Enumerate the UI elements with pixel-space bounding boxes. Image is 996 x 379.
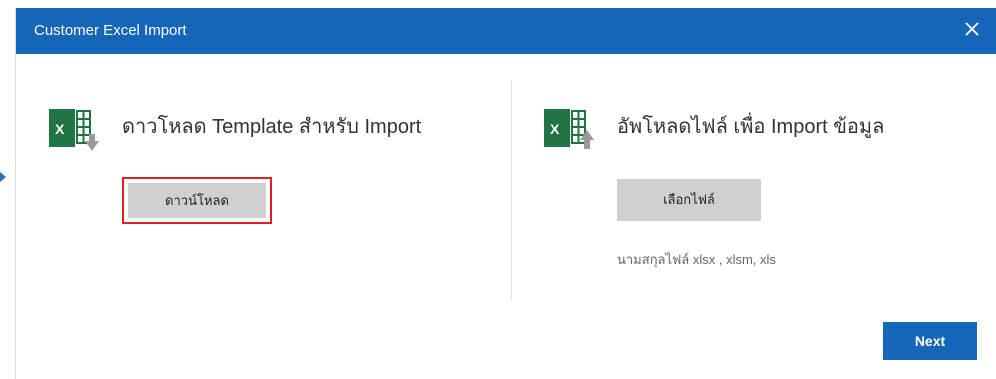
pointer-arrow-icon xyxy=(0,172,6,182)
excel-download-icon: X xyxy=(49,109,99,151)
excel-upload-icon: X xyxy=(544,109,594,149)
download-template-button[interactable]: ดาวน์โหลด xyxy=(122,177,272,224)
next-button[interactable]: Next xyxy=(883,322,977,360)
dialog-header: Customer Excel Import xyxy=(16,8,996,54)
page: Customer Excel Import X ดาวโหลด Template… xyxy=(0,0,996,379)
choose-file-button[interactable]: เลือกไฟล์ xyxy=(617,179,761,221)
dialog-title: Customer Excel Import xyxy=(34,22,187,39)
upload-panel-title: อัพโหลดไฟล์ เพื่อ Import ข้อมูล xyxy=(617,116,885,138)
download-panel-title: ดาวโหลด Template สำหรับ Import xyxy=(122,116,422,138)
file-extension-hint: นามสกุลไฟล์ xlsx , xlsm, xls xyxy=(617,252,776,267)
download-template-button-label: ดาวน์โหลด xyxy=(128,183,266,218)
close-icon[interactable] xyxy=(962,19,982,39)
svg-text:X: X xyxy=(550,121,560,137)
panel-divider xyxy=(511,80,512,300)
customer-excel-import-dialog: Customer Excel Import X ดาวโหลด Template… xyxy=(15,8,996,379)
svg-text:X: X xyxy=(55,121,65,137)
